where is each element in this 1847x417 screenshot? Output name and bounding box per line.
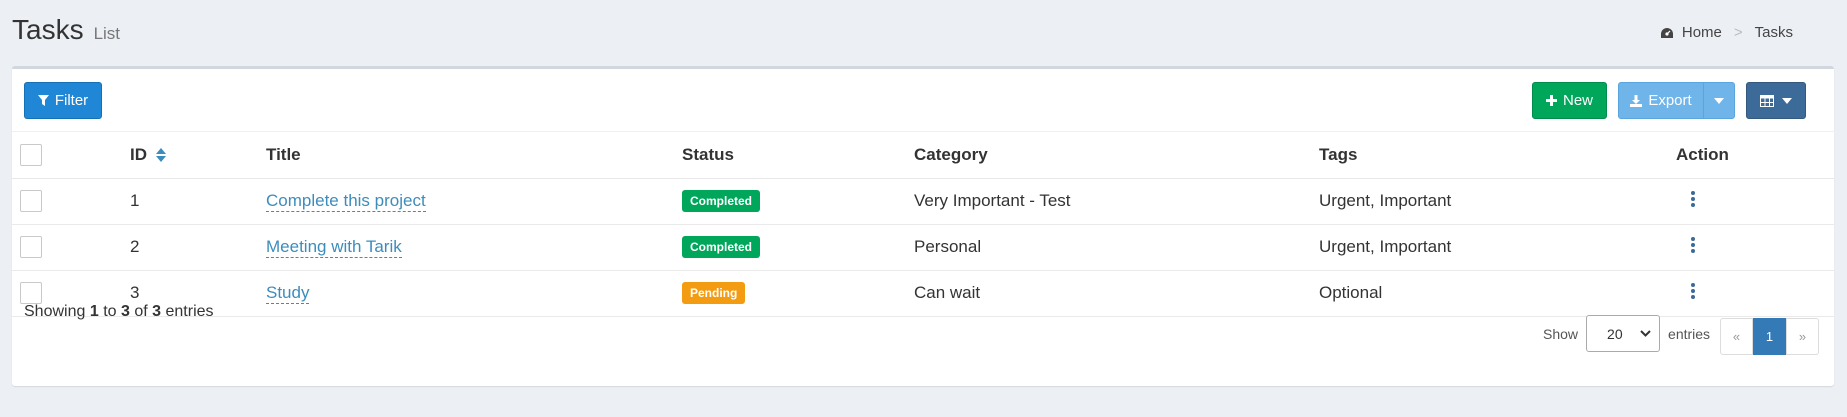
table-footer: Showing 1 to 3 of 3 entries Show 20 entr… — [12, 287, 1834, 377]
id-header-label: ID — [130, 144, 147, 164]
table-row: 1 Complete this project Completed Very I… — [12, 178, 1834, 225]
filter-button-label: Filter — [54, 92, 89, 109]
table-header-row: ID Title Status Category Tags Action — [12, 132, 1834, 179]
toolbar: Filter New Export — [12, 69, 1834, 132]
table-row: 2 Meeting with Tarik Completed Personal … — [12, 224, 1834, 271]
page-header: Tasks List Home > Tasks — [0, 0, 1847, 66]
row-status-cell: Completed — [682, 178, 914, 225]
info-end: 3 — [120, 303, 130, 320]
entries-label: entries — [1668, 325, 1711, 342]
tasks-panel: Filter New Export ID Title Status Catego… — [12, 66, 1834, 386]
page-size-value: 20 — [1607, 325, 1623, 342]
breadcrumb-home[interactable]: Home — [1682, 24, 1722, 41]
row-title-cell: Meeting with Tarik — [266, 224, 682, 271]
breadcrumb-current: Tasks — [1754, 24, 1793, 41]
columns-button[interactable] — [1746, 82, 1806, 119]
row-title-cell: Complete this project — [266, 178, 682, 225]
page-subtitle: List — [93, 24, 121, 43]
pagination: « 1 » — [1720, 318, 1819, 355]
row-id: 2 — [130, 224, 266, 271]
id-column-header[interactable]: ID — [130, 132, 266, 179]
page-title: Tasks List — [12, 14, 120, 46]
table-icon — [1760, 94, 1774, 107]
row-action-cell — [1676, 178, 1834, 225]
title-column-header[interactable]: Title — [266, 132, 682, 179]
dashboard-icon — [1660, 27, 1673, 38]
info-to: to — [103, 303, 117, 320]
row-title-link[interactable]: Meeting with Tarik — [266, 237, 402, 258]
info-start: 1 — [89, 303, 99, 320]
pagination-page[interactable]: 1 — [1753, 318, 1786, 355]
pagination-prev[interactable]: « — [1720, 318, 1753, 355]
filter-button[interactable]: Filter — [24, 82, 102, 119]
status-badge: Completed — [682, 236, 761, 258]
pagination-next[interactable]: » — [1786, 318, 1819, 355]
select-all-checkbox[interactable] — [20, 143, 42, 166]
category-column-header[interactable]: Category — [914, 132, 1319, 179]
select-all-header — [12, 132, 130, 179]
status-badge: Completed — [682, 190, 761, 212]
info-total: 3 — [152, 303, 162, 320]
entries-info: Showing 1 to 3 of 3 entries — [24, 303, 214, 321]
sort-icon — [155, 148, 166, 163]
plus-icon — [1545, 95, 1557, 106]
export-button-label: Export — [1648, 92, 1692, 109]
status-column-header[interactable]: Status — [682, 132, 914, 179]
download-icon — [1630, 94, 1643, 107]
page-size-select[interactable]: 20 — [1586, 315, 1661, 352]
info-prefix: Showing — [24, 303, 86, 320]
row-id: 1 — [130, 178, 266, 225]
row-category: Very Important - Test — [914, 178, 1319, 225]
page-length-control: Show 20 entries — [1543, 315, 1710, 352]
row-action-cell — [1676, 224, 1834, 271]
row-select-cell — [12, 224, 130, 271]
row-select-cell — [12, 178, 130, 225]
row-category: Personal — [914, 224, 1319, 271]
page-title-text: Tasks — [12, 14, 84, 45]
caret-down-icon — [1782, 97, 1792, 104]
breadcrumb: Home > Tasks — [1660, 24, 1793, 41]
row-tags: Urgent, Important — [1319, 178, 1676, 225]
action-column-header: Action — [1676, 132, 1834, 179]
row-status-cell: Completed — [682, 224, 914, 271]
tags-column-header[interactable]: Tags — [1319, 132, 1676, 179]
info-suffix: entries — [165, 303, 214, 320]
new-button[interactable]: New — [1532, 82, 1607, 119]
caret-down-icon — [1714, 97, 1724, 104]
row-actions-menu-icon[interactable] — [1691, 235, 1695, 255]
chevron-down-icon — [1640, 330, 1651, 337]
row-checkbox[interactable] — [20, 190, 42, 212]
info-of: of — [134, 303, 148, 320]
row-tags: Urgent, Important — [1319, 224, 1676, 271]
row-checkbox[interactable] — [20, 236, 42, 258]
row-actions-menu-icon[interactable] — [1691, 189, 1695, 209]
filter-icon — [37, 95, 49, 106]
row-title-link[interactable]: Complete this project — [266, 191, 426, 212]
export-dropdown-toggle[interactable] — [1703, 82, 1735, 119]
export-button[interactable]: Export — [1618, 82, 1704, 119]
breadcrumb-separator: > — [1733, 24, 1743, 41]
show-label: Show — [1543, 325, 1579, 342]
new-button-label: New — [1562, 92, 1593, 109]
